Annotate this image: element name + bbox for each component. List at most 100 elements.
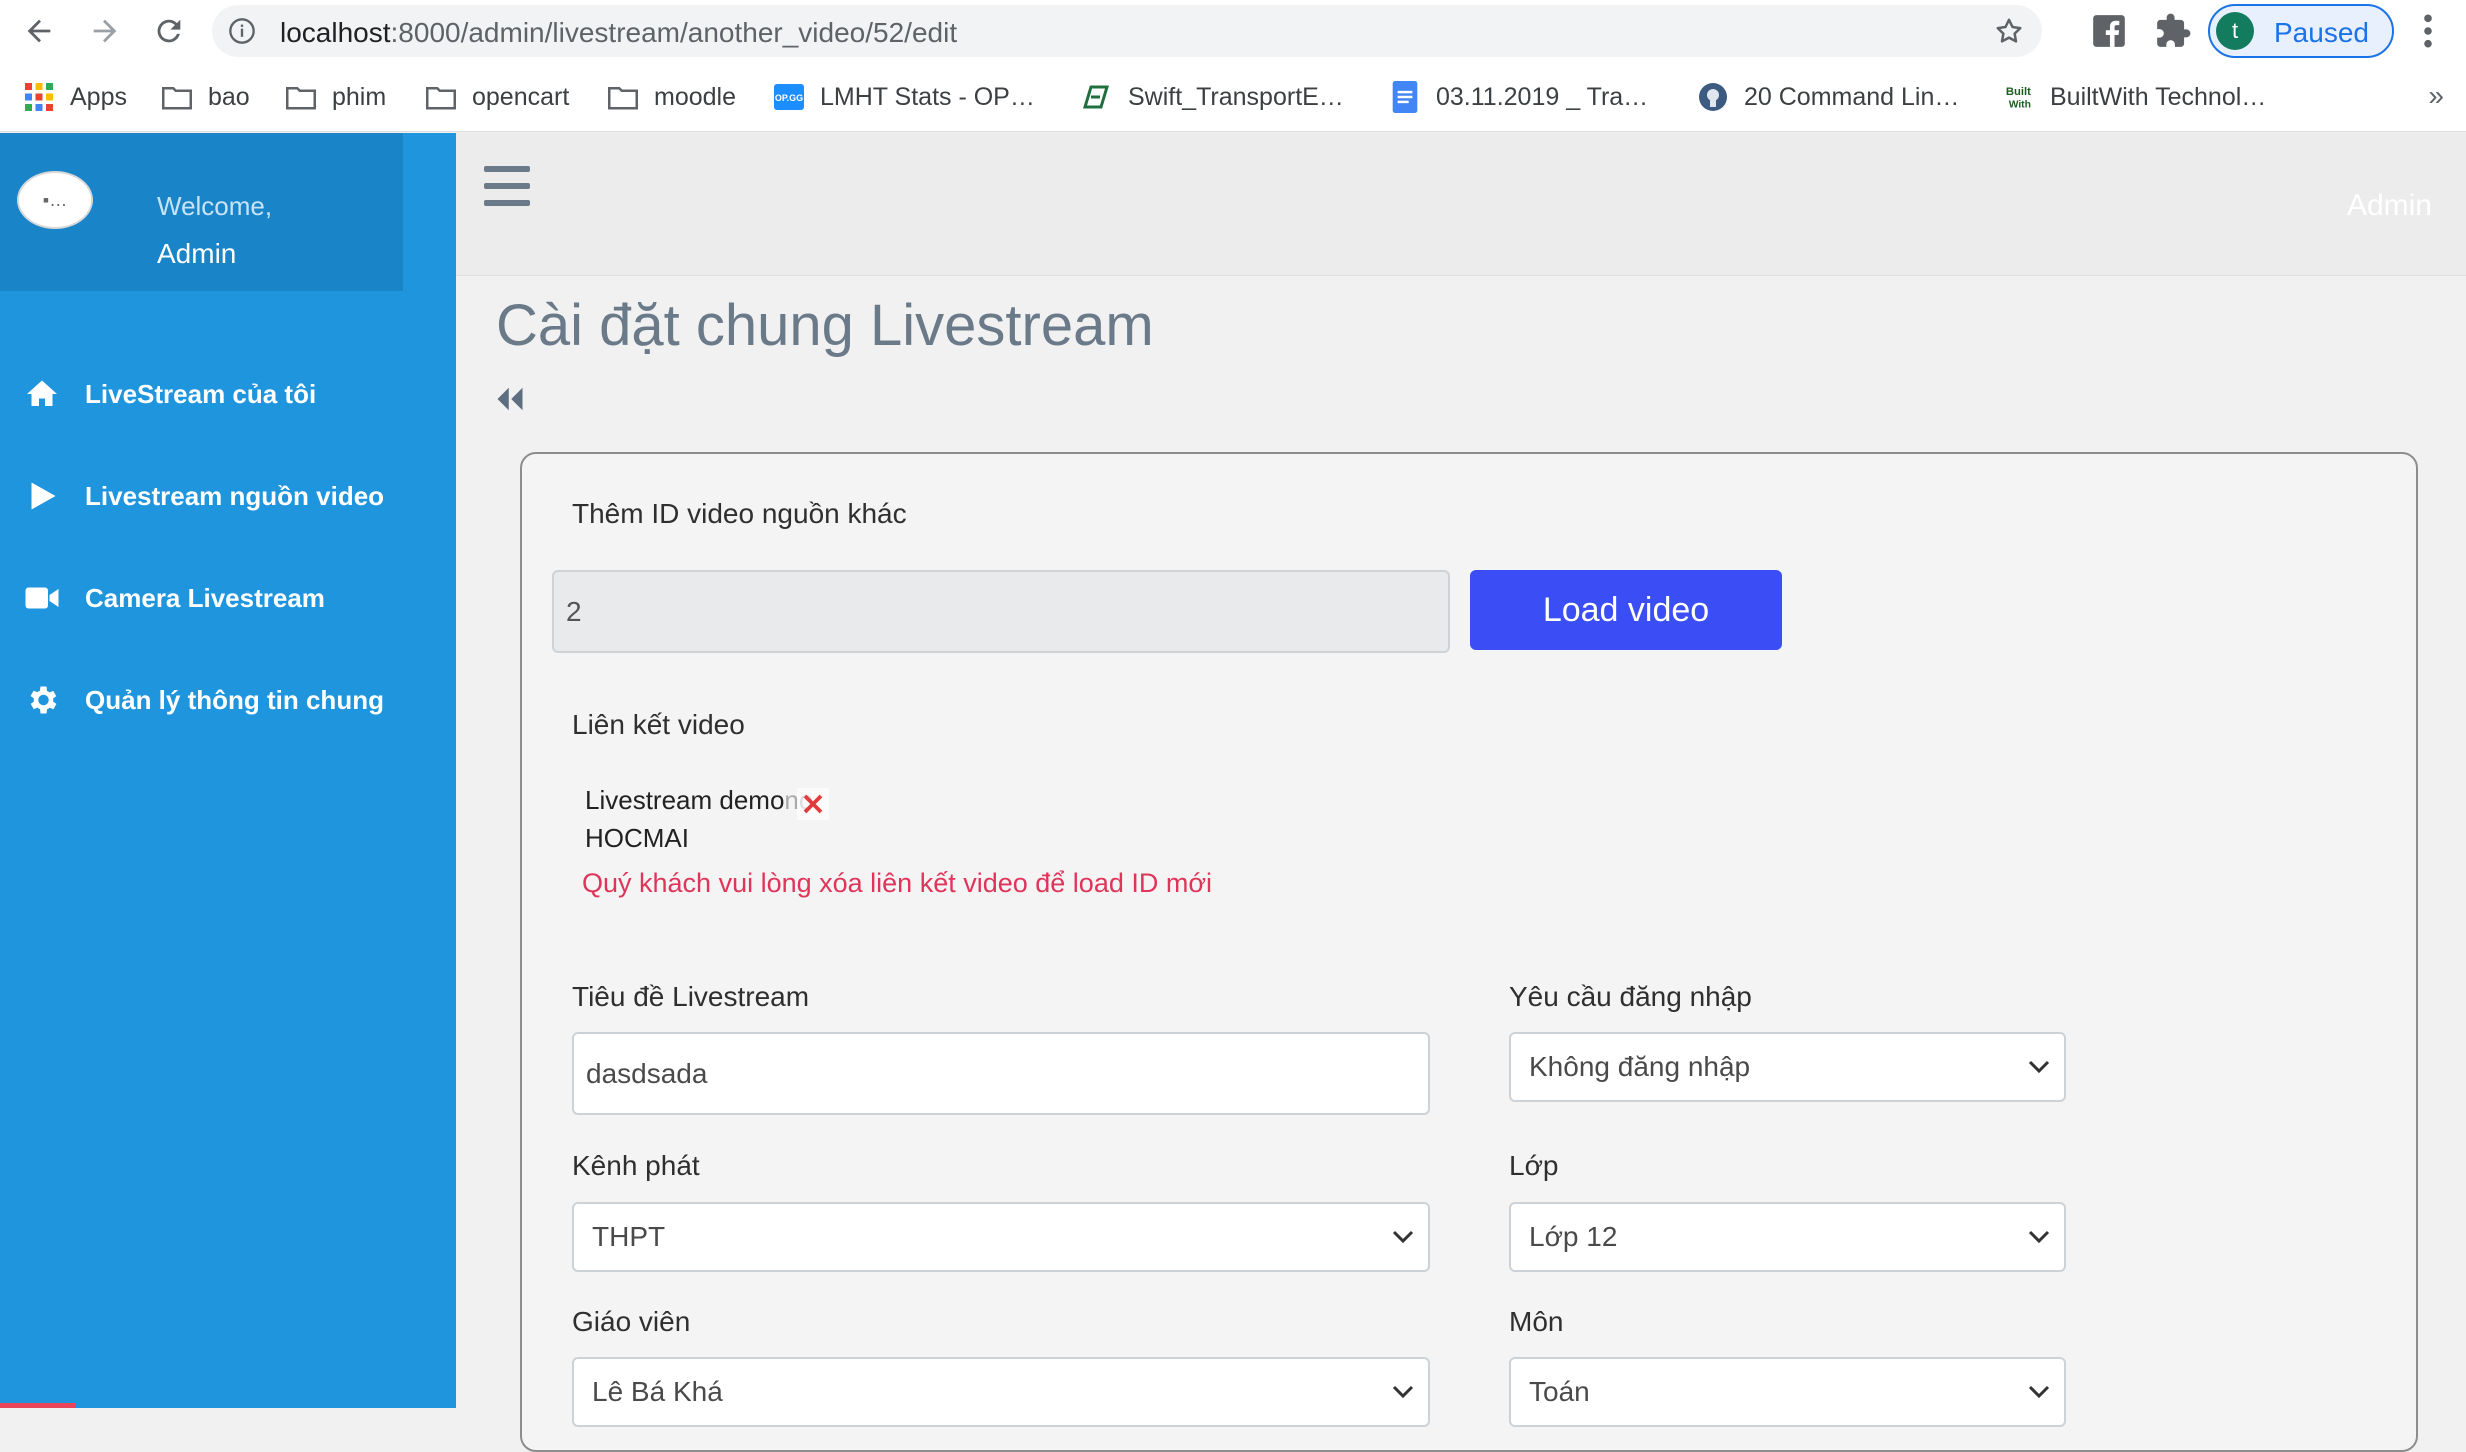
- chevron-down-icon: [1392, 1230, 1414, 1244]
- livestream-title-input[interactable]: dasdsada: [572, 1032, 1430, 1115]
- sidebar-item-video-source[interactable]: Livestream nguồn video: [0, 461, 456, 531]
- docs-icon: [1390, 81, 1420, 113]
- puzzle-extensions-icon[interactable]: [2154, 12, 2192, 50]
- profile-avatar: t: [2216, 12, 2254, 50]
- opgg-icon: OP.GG: [774, 82, 804, 112]
- subject-label: Môn: [1509, 1306, 1564, 1337]
- browser-menu-icon[interactable]: [2418, 12, 2438, 50]
- user-panel: ▪… Welcome, Admin: [0, 133, 403, 291]
- video-id-input[interactable]: 2: [552, 570, 1450, 653]
- login-required-value: Không đăng nhập: [1529, 1051, 1751, 1082]
- bookmark-label: phim: [332, 82, 387, 111]
- info-icon[interactable]: [228, 17, 256, 45]
- bookmark-command-line[interactable]: 20 Command Lin…: [1698, 78, 1959, 116]
- bookmark-folder-bao[interactable]: bao: [162, 78, 250, 116]
- teacher-select[interactable]: Lê Bá Khá: [572, 1357, 1430, 1427]
- facebook-extension-icon[interactable]: [2090, 12, 2128, 50]
- top-header: Admin: [456, 133, 2466, 276]
- double-chevron-left-icon[interactable]: [495, 385, 525, 413]
- grade-value: Lớp 12: [1529, 1221, 1618, 1252]
- bookmark-swift-transport[interactable]: Swift_TransportE…: [1082, 78, 1344, 116]
- folder-icon: [426, 82, 456, 112]
- home-icon: [27, 380, 57, 406]
- svg-text:Built: Built: [2006, 86, 2031, 98]
- bookmark-label: moodle: [654, 82, 736, 111]
- paused-label: Paused: [2274, 17, 2369, 48]
- sidebar-item-label: Quản lý thông tin chung: [85, 684, 384, 715]
- bookmark-lmht-stats[interactable]: OP.GG LMHT Stats - OP…: [774, 78, 1035, 116]
- chevron-down-icon: [2028, 1230, 2050, 1244]
- add-video-id-label: Thêm ID video nguồn khác: [572, 498, 907, 529]
- avatar: ▪…: [17, 171, 93, 229]
- livestream-title-label: Tiêu đề Livestream: [572, 981, 810, 1012]
- folder-icon: [608, 82, 638, 112]
- bookmark-label: LMHT Stats - OP…: [820, 82, 1035, 111]
- video-camera-icon: [25, 587, 59, 609]
- sidebar-item-label: LiveStream của tôi: [85, 378, 317, 409]
- sidebar-item-label: Camera Livestream: [85, 582, 325, 613]
- welcome-text: Welcome,: [157, 191, 273, 221]
- bookmark-label: 03.11.2019 _ Tra…: [1436, 82, 1649, 111]
- laravel-icon: [1082, 82, 1112, 112]
- browser-toolbar: localhost:8000/admin/livestream/another_…: [0, 0, 2466, 62]
- folder-icon: [162, 82, 192, 112]
- reload-warning-text: Quý khách vui lòng xóa liên kết video để…: [582, 868, 1213, 898]
- menu-toggle-icon[interactable]: [484, 166, 530, 206]
- chevron-down-icon: [1392, 1385, 1414, 1399]
- builtwith-icon: Built With: [2004, 82, 2034, 112]
- reload-button[interactable]: [144, 6, 194, 56]
- sidebar-item-camera[interactable]: Camera Livestream: [0, 563, 456, 633]
- user-name: Admin: [157, 238, 237, 269]
- bookmark-folder-phim[interactable]: phim: [286, 78, 386, 116]
- address-bar[interactable]: localhost:8000/admin/livestream/another_…: [212, 5, 2042, 57]
- site-icon: [1698, 82, 1728, 112]
- bookmark-apps[interactable]: Apps: [24, 78, 127, 116]
- channel-select[interactable]: THPT: [572, 1202, 1430, 1272]
- play-icon: [31, 482, 56, 510]
- bookmarks-bar: Apps bao phim opencart moodle OP.GG LMHT…: [0, 62, 2466, 132]
- grade-select[interactable]: Lớp 12: [1509, 1202, 2066, 1272]
- video-title-text: Livestream demo: [585, 785, 785, 815]
- livestream-title-value: dasdsada: [586, 1057, 708, 1089]
- bookmark-folder-moodle[interactable]: moodle: [608, 78, 736, 116]
- page-title: Cài đặt chung Livestream: [496, 293, 1154, 358]
- bookmark-builtwith[interactable]: Built With BuiltWith Technol…: [2004, 78, 2266, 116]
- remove-video-icon[interactable]: [797, 788, 829, 820]
- header-admin-label[interactable]: Admin: [2347, 189, 2432, 223]
- svg-text:With: With: [2009, 99, 2031, 110]
- avatar-alt-text: …: [49, 189, 68, 210]
- bookmark-star-icon[interactable]: [1994, 16, 2024, 46]
- subject-value: Toán: [1529, 1376, 1590, 1407]
- channel-value: THPT: [592, 1221, 666, 1252]
- subject-select[interactable]: Toán: [1509, 1357, 2066, 1427]
- profile-paused-button[interactable]: t Paused: [2208, 4, 2394, 58]
- bookmark-google-doc[interactable]: 03.11.2019 _ Tra…: [1390, 78, 1648, 116]
- linked-video-title: Livestream demono: [585, 785, 813, 816]
- forward-button[interactable]: [80, 6, 130, 56]
- sidebar-item-my-livestream[interactable]: LiveStream của tôi: [0, 359, 456, 429]
- reload-icon: [157, 19, 181, 43]
- bookmark-folder-opencart[interactable]: opencart: [426, 78, 569, 116]
- linked-video-channel: HOCMAI: [585, 823, 689, 853]
- forward-arrow-icon: [93, 19, 117, 43]
- bookmark-label: 20 Command Lin…: [1744, 82, 1960, 111]
- login-required-label: Yêu cầu đăng nhập: [1509, 981, 1752, 1012]
- video-id-value: 2: [566, 595, 582, 627]
- bookmark-label: opencart: [472, 82, 570, 111]
- bookmark-label: Swift_TransportE…: [1128, 82, 1344, 111]
- url-text: localhost:8000/admin/livestream/another_…: [280, 17, 958, 48]
- gear-icon: [30, 686, 57, 714]
- bookmark-label: bao: [208, 82, 250, 111]
- sidebar-item-general-info[interactable]: Quản lý thông tin chung: [0, 665, 456, 735]
- back-button[interactable]: [14, 6, 64, 56]
- chevron-down-icon: [2028, 1385, 2050, 1399]
- channel-label: Kênh phát: [572, 1150, 700, 1181]
- video-link-label: Liên kết video: [572, 709, 745, 740]
- grade-label: Lớp: [1509, 1150, 1559, 1181]
- bookmarks-overflow-button[interactable]: »: [2428, 80, 2444, 112]
- linked-video-item: Livestream demono HOCMAI: [585, 775, 845, 855]
- teacher-label: Giáo viên: [572, 1306, 691, 1337]
- sidebar: ▪… Welcome, Admin LiveStream của tôi Liv…: [0, 133, 456, 1408]
- load-video-button[interactable]: Load video: [1470, 570, 1782, 650]
- login-required-select[interactable]: Không đăng nhập: [1509, 1032, 2066, 1102]
